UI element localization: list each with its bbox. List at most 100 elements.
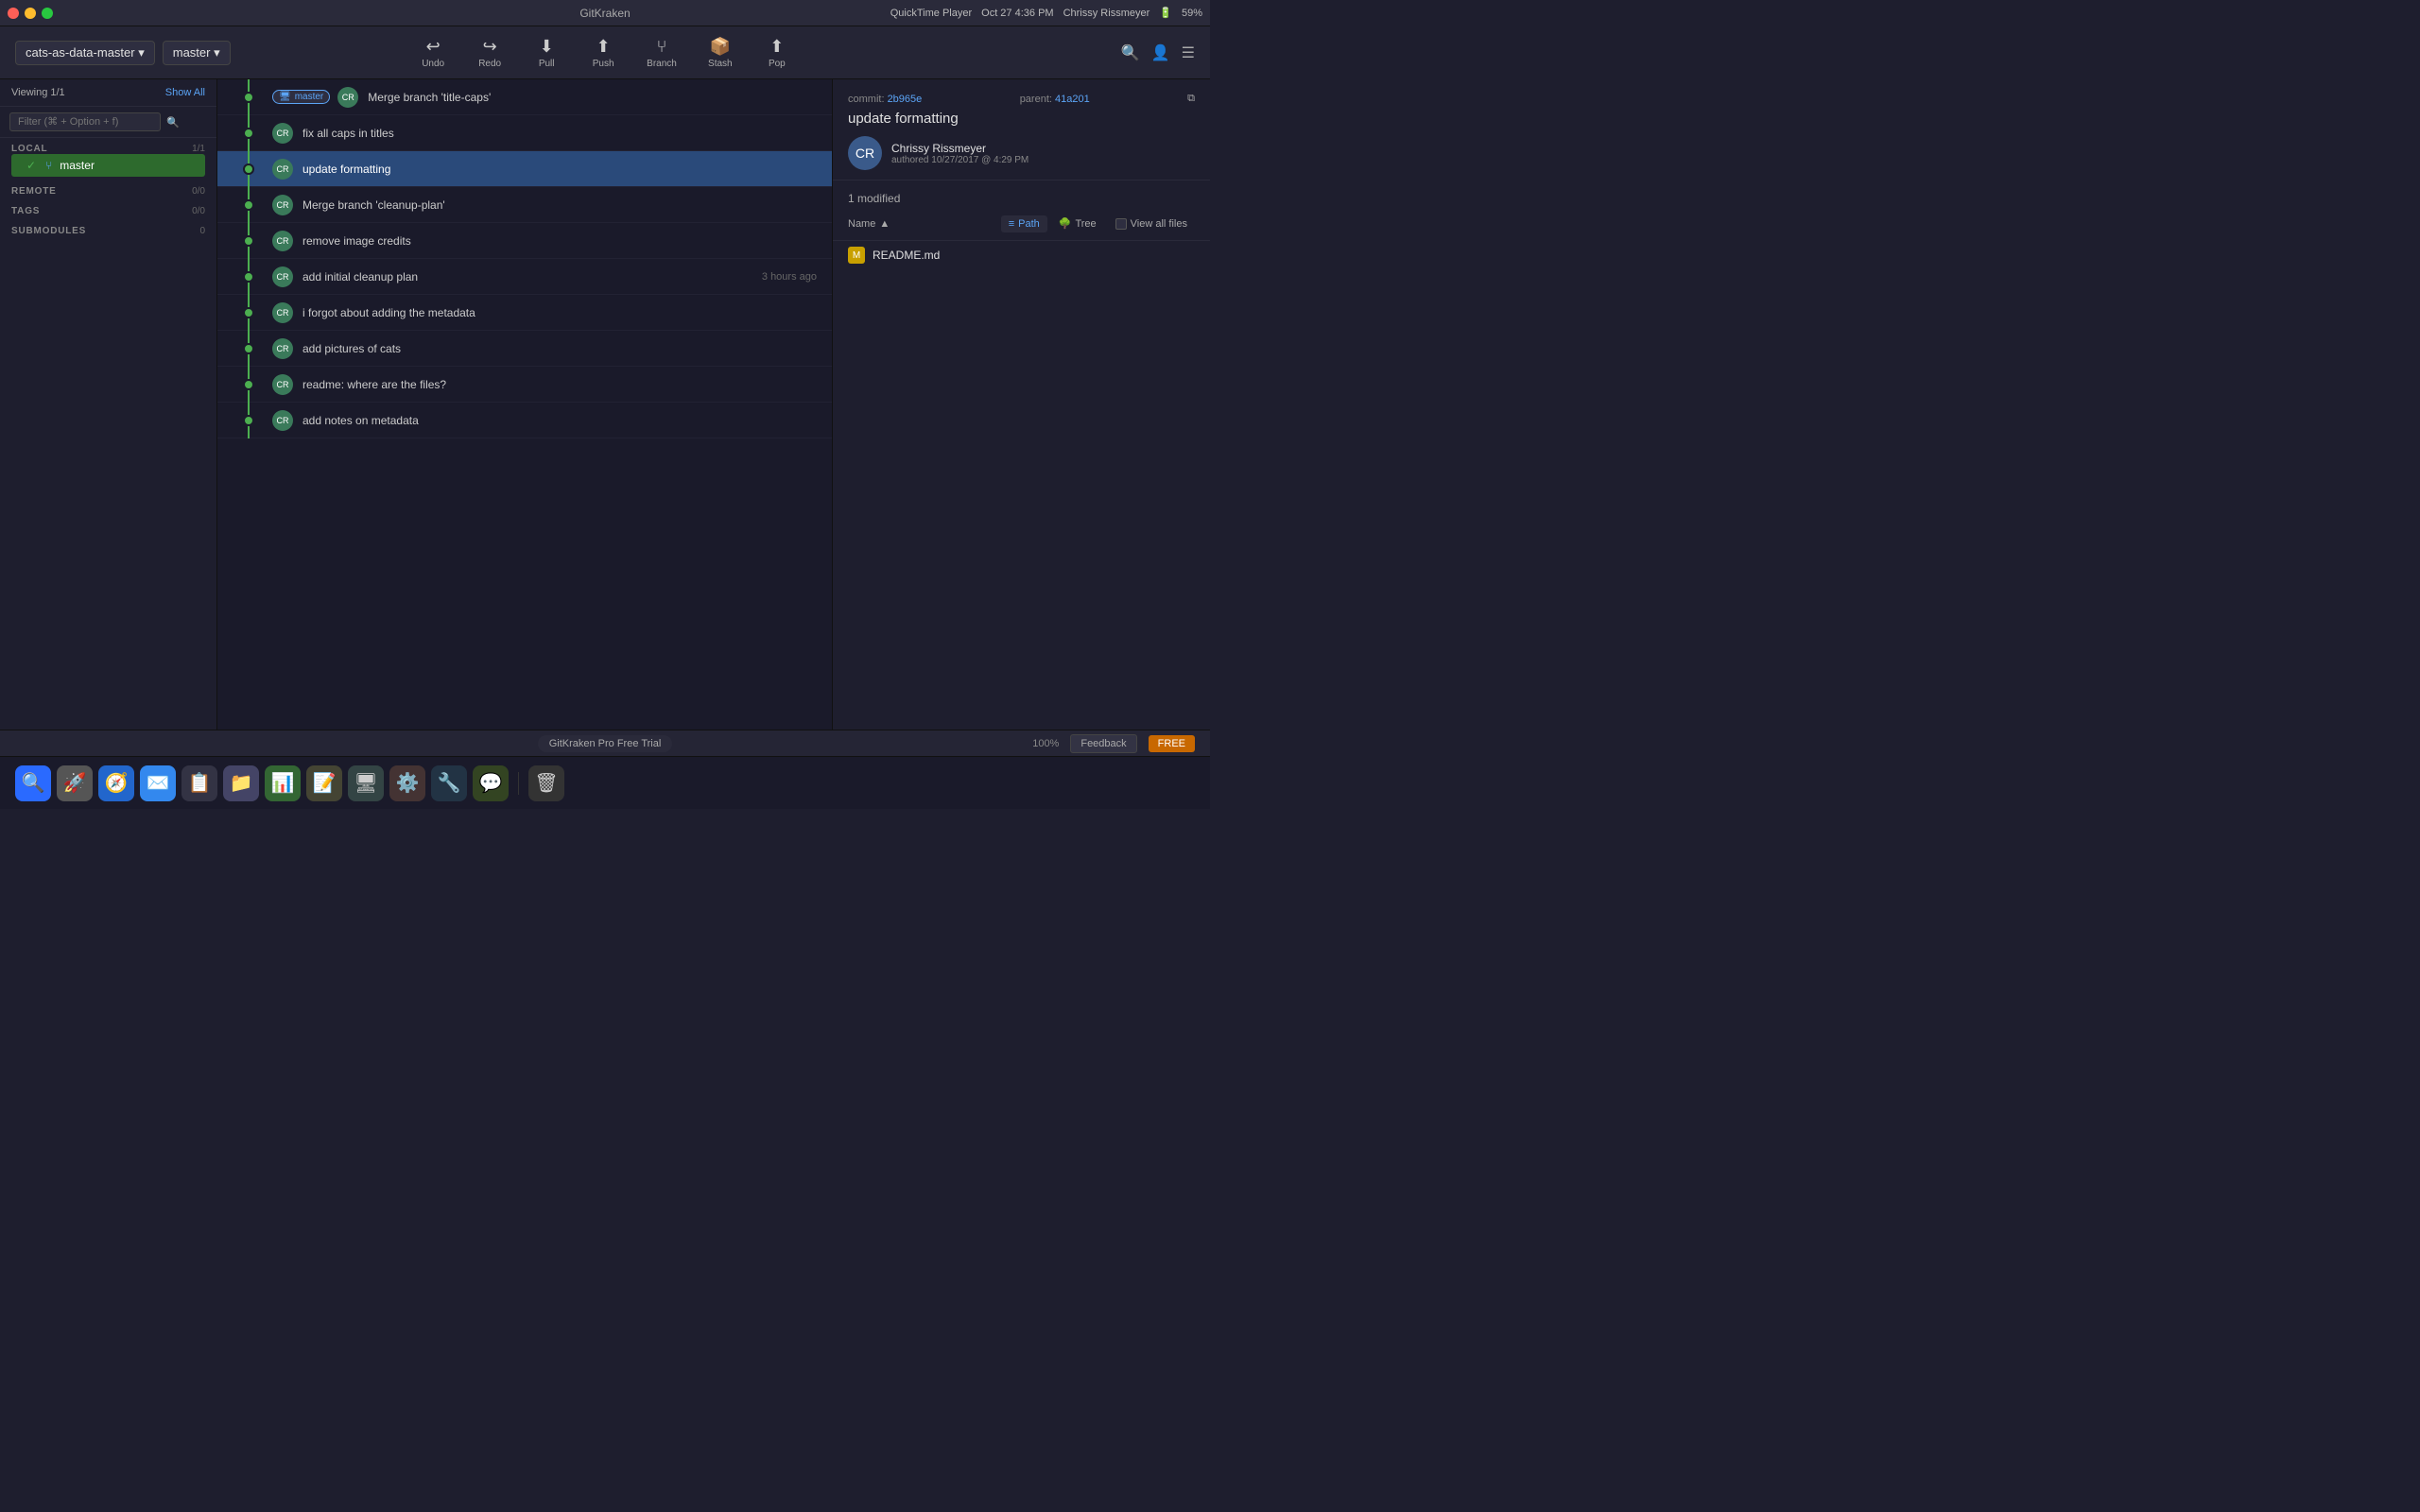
view-all-button[interactable]: View all files <box>1108 215 1195 232</box>
name-column-header[interactable]: Name ▲ <box>848 218 994 230</box>
username: Chrissy Rissmeyer <box>1063 8 1150 19</box>
trial-banner: GitKraken Pro Free Trial <box>538 735 673 752</box>
dock-launchpad[interactable]: 🚀 <box>57 765 93 801</box>
sidebar-local-section: LOCAL 1/1 ✓ ⑂ master <box>0 138 216 180</box>
author-info: Chrissy Rissmeyer authored 10/27/2017 @ … <box>891 142 1028 165</box>
push-button[interactable]: ⬆ Push <box>577 31 630 75</box>
commit-row[interactable]: CR readme: where are the files? <box>217 367 832 403</box>
undo-button[interactable]: ↩ Undo <box>406 31 459 75</box>
path-view-button[interactable]: ≡ Path <box>1001 215 1047 232</box>
graph-col <box>225 223 272 259</box>
dock-mail[interactable]: ✉️ <box>140 765 176 801</box>
submodules-section-header[interactable]: SUBMODULES 0 <box>11 226 205 236</box>
dock-app3[interactable]: 📊 <box>265 765 301 801</box>
maximize-button[interactable] <box>42 8 53 19</box>
free-button[interactable]: FREE <box>1149 735 1195 752</box>
dock-app8[interactable]: 💬 <box>473 765 509 801</box>
undo-icon: ↩ <box>426 37 441 57</box>
sort-icon: ▲ <box>879 218 890 230</box>
sidebar-item-master[interactable]: ✓ ⑂ master <box>11 154 205 177</box>
commit-row[interactable]: CR add pictures of cats <box>217 331 832 367</box>
toolbar-actions: ↩ Undo ↪ Redo ⬇ Pull ⬆ Push ⑂ Branch 📦 S… <box>406 31 804 75</box>
dock-app2[interactable]: 📁 <box>223 765 259 801</box>
search-icon[interactable]: 🔍 <box>1121 43 1140 62</box>
pull-button[interactable]: ⬇ Pull <box>520 31 573 75</box>
local-title: LOCAL <box>11 144 47 154</box>
copy-icon[interactable]: ⧉ <box>1187 93 1195 105</box>
commit-avatar: CR <box>272 231 293 251</box>
stash-label: Stash <box>708 59 733 69</box>
viewing-text: Viewing 1/1 <box>11 87 65 98</box>
commit-hash: 2b965e <box>888 94 923 105</box>
filter-input[interactable] <box>9 112 161 131</box>
tree-view-button[interactable]: 🌳 Tree <box>1051 215 1104 232</box>
branch-selector[interactable]: master ▾ <box>163 41 231 65</box>
file-row-readme[interactable]: M README.md <box>833 241 1210 269</box>
branch-name: master <box>173 45 211 60</box>
dock-app4[interactable]: 📝 <box>306 765 342 801</box>
minimize-button[interactable] <box>25 8 36 19</box>
traffic-lights[interactable] <box>8 8 53 19</box>
titlebar: GitKraken QuickTime Player Oct 27 4:36 P… <box>0 0 1210 26</box>
stash-icon: 📦 <box>710 37 731 57</box>
commit-row[interactable]: 🖥 master CR Merge branch 'title-caps' <box>217 79 832 115</box>
system-info: QuickTime Player Oct 27 4:36 PM Chrissy … <box>890 7 1202 19</box>
tags-section-header[interactable]: TAGS 0/0 <box>11 206 205 216</box>
graph-col <box>225 187 272 223</box>
branch-dropdown-icon: ▾ <box>214 45 220 60</box>
battery-icon: 🔋 <box>1159 7 1172 19</box>
dock-app6[interactable]: ⚙️ <box>389 765 425 801</box>
parent-hash: 41a201 <box>1055 94 1090 105</box>
branch-button[interactable]: ⑂ Branch <box>633 31 690 75</box>
file-name: README.md <box>873 249 940 262</box>
commit-row[interactable]: CR i forgot about adding the metadata <box>217 295 832 331</box>
show-all-button[interactable]: Show All <box>165 87 205 98</box>
repo-dropdown-icon: ▾ <box>138 45 145 60</box>
filter-search-icon: 🔍 <box>166 116 180 129</box>
repo-selector[interactable]: cats-as-data-master ▾ <box>15 41 155 65</box>
commit-avatar: CR <box>272 123 293 144</box>
commit-row[interactable]: CR add initial cleanup plan 3 hours ago <box>217 259 832 295</box>
commit-row[interactable]: CR update formatting <box>217 151 832 187</box>
commit-row[interactable]: CR remove image credits <box>217 223 832 259</box>
local-section-header[interactable]: LOCAL 1/1 <box>11 144 205 154</box>
menu-icon[interactable]: ☰ <box>1182 43 1195 62</box>
toolbar-left: cats-as-data-master ▾ master ▾ <box>15 41 231 65</box>
commit-author-row: CR Chrissy Rissmeyer authored 10/27/2017… <box>848 136 1195 170</box>
local-count: 1/1 <box>192 144 205 154</box>
graph-col <box>225 259 272 295</box>
dock-app1[interactable]: 📋 <box>182 765 217 801</box>
submodules-count: 0 <box>199 226 205 236</box>
app-name: QuickTime Player <box>890 8 972 19</box>
commit-avatar: CR <box>272 410 293 431</box>
feedback-button[interactable]: Feedback <box>1070 734 1136 753</box>
pull-icon: ⬇ <box>540 37 554 57</box>
commit-row[interactable]: CR fix all caps in titles <box>217 115 832 151</box>
profile-icon[interactable]: 👤 <box>1151 43 1170 62</box>
close-button[interactable] <box>8 8 19 19</box>
graph-col <box>225 331 272 367</box>
stash-button[interactable]: 📦 Stash <box>694 31 747 75</box>
pop-button[interactable]: ⬆ Pop <box>751 31 804 75</box>
redo-label: Redo <box>478 59 501 69</box>
dock-safari[interactable]: 🧭 <box>98 765 134 801</box>
commit-message: add pictures of cats <box>302 342 817 355</box>
commit-row[interactable]: CR Merge branch 'cleanup-plan' <box>217 187 832 223</box>
redo-button[interactable]: ↪ Redo <box>463 31 516 75</box>
dock-finder[interactable]: 🔍 <box>15 765 51 801</box>
dock: 🔍 🚀 🧭 ✉️ 📋 📁 📊 📝 🖥 ⚙️ 🔧 💬 🗑 <box>0 756 1210 809</box>
main-layout: Viewing 1/1 Show All 🔍 LOCAL 1/1 ✓ ⑂ mas… <box>0 79 1210 730</box>
remote-section-header[interactable]: REMOTE 0/0 <box>11 186 205 197</box>
commit-row[interactable]: CR add notes on metadata <box>217 403 832 438</box>
undo-label: Undo <box>422 59 444 69</box>
dock-app5[interactable]: 🖥 <box>348 765 384 801</box>
author-avatar: CR <box>848 136 882 170</box>
commit-avatar: CR <box>272 374 293 395</box>
bottom-bar: GitKraken Pro Free Trial 100% Feedback F… <box>0 730 1210 756</box>
push-icon: ⬆ <box>596 37 611 57</box>
commit-graph-area: 🖥 master CR Merge branch 'title-caps' CR… <box>217 79 832 730</box>
dock-app7[interactable]: 🔧 <box>431 765 467 801</box>
commit-message: Merge branch 'cleanup-plan' <box>302 198 817 212</box>
dock-trash[interactable]: 🗑 <box>528 765 564 801</box>
view-all-checkbox[interactable] <box>1115 218 1127 230</box>
